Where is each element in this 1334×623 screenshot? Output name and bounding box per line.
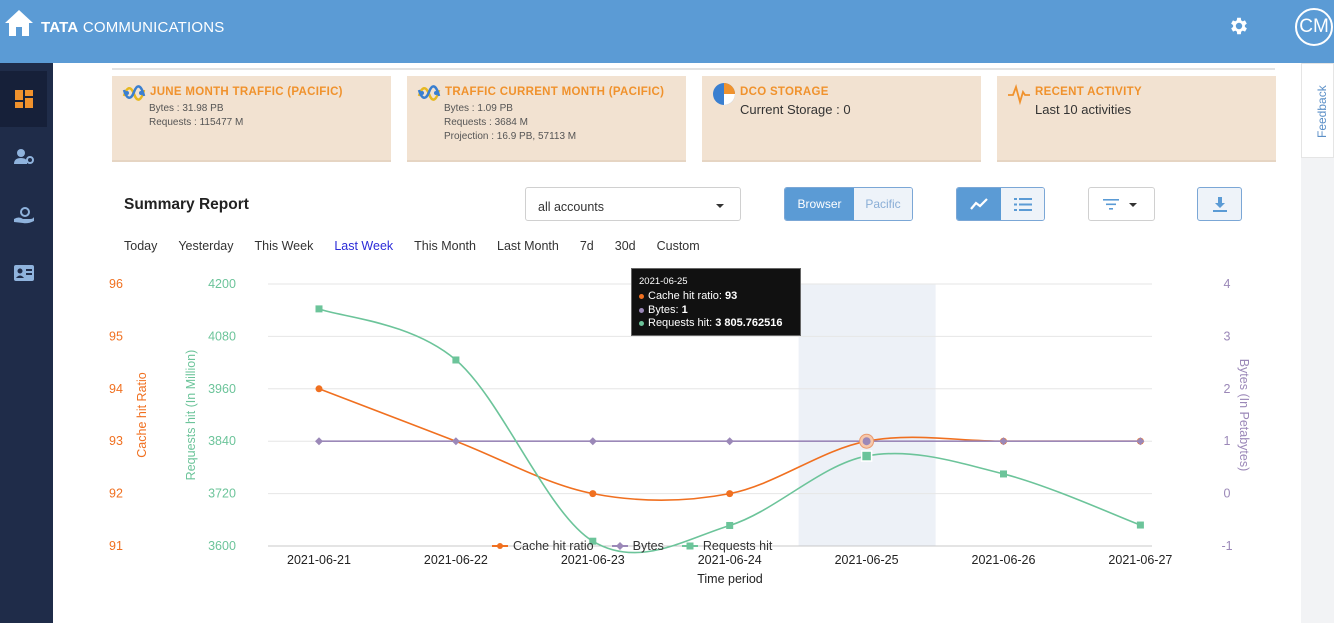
- x-tick-label: 2021-06-21: [287, 553, 351, 567]
- y-tick-cache: 92: [109, 487, 123, 501]
- x-tick-label: 2021-06-22: [424, 553, 488, 567]
- data-point-bytes[interactable]: [725, 437, 734, 446]
- square-marker-icon: [681, 542, 698, 550]
- y-tick-cache: 94: [109, 382, 123, 396]
- hand-gear-icon: [13, 207, 34, 224]
- contact-card-icon: [13, 265, 34, 281]
- legend-label: Bytes: [632, 539, 664, 553]
- tooltip-row: Cache hit ratio: 93: [639, 290, 793, 304]
- cache-dot-icon: [639, 294, 644, 300]
- tooltip-date: 2021-06-25: [639, 276, 688, 287]
- data-point-requests[interactable]: [726, 521, 734, 529]
- y-tick-requests: 3720: [208, 487, 236, 501]
- chart-tooltip: 2021-06-25 Cache hit ratio: 93 Bytes: 1 …: [631, 268, 801, 336]
- y-axis-label-bytes: Bytes (In Petabytes): [1237, 359, 1251, 472]
- y-tick-cache: 95: [109, 329, 123, 343]
- hover-point-requests: [860, 450, 873, 462]
- data-point-bytes[interactable]: [1136, 437, 1145, 446]
- legend-item-bytes[interactable]: Bytes: [611, 539, 664, 553]
- y-tick-bytes: 4: [1224, 277, 1231, 291]
- tooltip-row: Requests hit: 3 805.762516: [639, 317, 793, 331]
- data-point-requests[interactable]: [1136, 521, 1144, 529]
- highlight-band: [798, 284, 936, 546]
- sidebar-item-contacts[interactable]: [0, 245, 47, 301]
- home-icon[interactable]: [4, 9, 34, 37]
- sidebar-item-dashboard[interactable]: [0, 71, 47, 127]
- avatar[interactable]: CM: [1295, 8, 1333, 46]
- data-point-bytes[interactable]: [999, 437, 1008, 446]
- tooltip-value: 1: [681, 303, 688, 316]
- y-tick-bytes: 3: [1224, 329, 1231, 343]
- tooltip-label: Bytes:: [648, 303, 679, 316]
- top-bar: TATA COMMUNICATIONS CM: [0, 0, 1334, 63]
- diamond-marker-icon: [611, 542, 628, 550]
- y-tick-bytes: 1: [1224, 434, 1231, 448]
- brand-bold: TATA: [41, 19, 79, 36]
- data-point-bytes[interactable]: [315, 437, 323, 446]
- circle-marker-icon: [492, 543, 508, 549]
- y-tick-bytes: 0: [1224, 487, 1231, 501]
- y-tick-cache: 93: [109, 434, 123, 448]
- y-tick-requests: 4200: [208, 277, 236, 291]
- x-tick-label: 2021-06-27: [1108, 553, 1172, 567]
- dashboard-icon: [14, 90, 33, 108]
- y-tick-requests: 3600: [208, 539, 236, 553]
- sidebar-item-users[interactable]: [0, 129, 47, 185]
- legend-label: Requests hit: [702, 539, 773, 553]
- legend-label: Cache hit ratio: [513, 539, 594, 553]
- bytes-dot-icon: [639, 307, 644, 313]
- y-tick-bytes: 2: [1224, 382, 1231, 396]
- data-point-cache[interactable]: [589, 490, 597, 498]
- data-point-requests[interactable]: [315, 305, 323, 313]
- tooltip-label: Requests hit:: [648, 317, 713, 329]
- y-tick-requests: 3840: [208, 434, 236, 448]
- series-line-requests: [318, 308, 1141, 554]
- data-point-requests[interactable]: [1000, 470, 1007, 478]
- x-tick-label: 2021-06-24: [698, 553, 762, 567]
- x-axis-label: Time period: [697, 572, 763, 586]
- hover-point-bytes: [862, 437, 871, 446]
- data-point-requests[interactable]: [452, 356, 460, 364]
- y-tick-requests: 3960: [208, 382, 236, 396]
- y-axis-label-cache: Cache hit Ratio: [135, 372, 149, 458]
- chart-legend: Cache hit ratio Bytes Requests hit: [492, 539, 790, 553]
- legend-item-cache[interactable]: Cache hit ratio: [492, 539, 594, 553]
- y-tick-bytes: -1: [1221, 539, 1232, 553]
- tooltip-value: 3 805.762516: [715, 317, 783, 329]
- user-settings-icon: [13, 149, 34, 164]
- x-tick-label: 2021-06-23: [561, 553, 625, 567]
- requests-dot-icon: [639, 321, 644, 327]
- data-point-bytes[interactable]: [588, 437, 597, 446]
- legend-item-requests[interactable]: Requests hit: [681, 539, 773, 553]
- tooltip-row: Bytes: 1: [639, 304, 793, 318]
- y-axis-label-requests: Requests hit (In Million): [184, 350, 198, 481]
- y-tick-cache: 96: [109, 277, 123, 291]
- brand-logo: TATA COMMUNICATIONS: [41, 19, 225, 36]
- sidebar: [0, 63, 53, 623]
- data-point-cache[interactable]: [315, 385, 323, 393]
- y-tick-cache: 91: [109, 539, 123, 553]
- feedback-label: Feedback: [1315, 85, 1329, 138]
- tooltip-label: Cache hit ratio:: [648, 290, 722, 302]
- data-point-cache[interactable]: [726, 490, 734, 498]
- gear-icon[interactable]: [1228, 15, 1250, 37]
- data-point-bytes[interactable]: [451, 437, 460, 446]
- x-tick-label: 2021-06-26: [972, 553, 1036, 567]
- x-tick-label: 2021-06-25: [835, 553, 899, 567]
- brand-rest: COMMUNICATIONS: [82, 19, 225, 36]
- feedback-tab[interactable]: Feedback: [1301, 63, 1334, 158]
- y-tick-requests: 4080: [208, 329, 236, 343]
- sidebar-item-services[interactable]: [0, 187, 47, 243]
- tooltip-value: 93: [724, 290, 738, 302]
